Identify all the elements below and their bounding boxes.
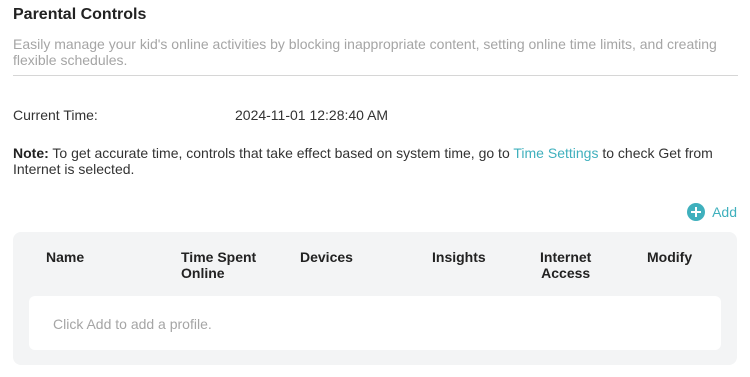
- current-time-value: 2024-11-01 12:28:40 AM: [235, 107, 389, 123]
- column-header-time-spent-line2: Online: [181, 265, 225, 281]
- note-text-before: To get accurate time, controls that take…: [48, 145, 514, 161]
- note-label: Note:: [13, 145, 49, 161]
- column-header-time-spent-line1: Time Spent: [181, 249, 257, 265]
- add-profile-button[interactable]: Add: [687, 203, 737, 221]
- page-title: Parental Controls: [13, 6, 147, 23]
- column-header-internet-access: Internet Access: [540, 249, 591, 281]
- column-header-insights: Insights: [432, 249, 486, 265]
- empty-table-row: Click Add to add a profile.: [29, 296, 721, 350]
- current-time-label: Current Time:: [13, 107, 98, 123]
- note-paragraph: Note: To get accurate time, controls tha…: [13, 145, 738, 177]
- add-button-label[interactable]: Add: [712, 204, 737, 220]
- header-divider: [13, 75, 738, 76]
- column-header-name: Name: [46, 249, 85, 265]
- plus-circle-icon[interactable]: [687, 203, 706, 221]
- column-header-time-spent-online: Time Spent Online: [181, 249, 256, 281]
- profiles-table: Name Time Spent Online Devices Insights …: [13, 232, 737, 365]
- column-header-modify: Modify: [647, 249, 693, 265]
- empty-table-message: Click Add to add a profile.: [53, 316, 212, 332]
- column-header-internet-line2: Access: [541, 265, 591, 281]
- column-header-devices: Devices: [300, 249, 353, 265]
- page-description: Easily manage your kid's online activiti…: [13, 36, 717, 68]
- time-settings-link[interactable]: Time Settings: [513, 145, 598, 161]
- column-header-internet-line1: Internet: [540, 249, 592, 265]
